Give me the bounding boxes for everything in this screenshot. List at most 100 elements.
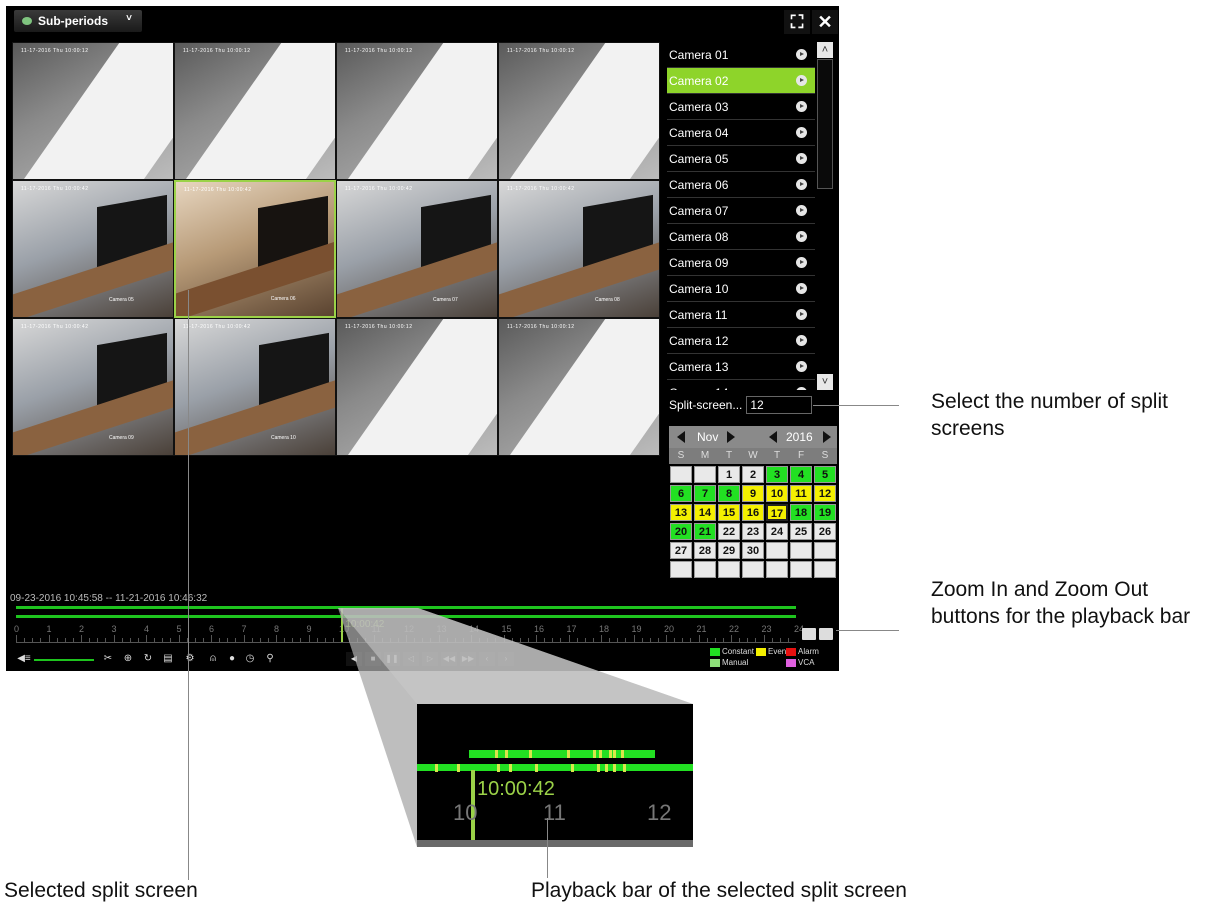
scroll-up-icon[interactable]: ˄ xyxy=(817,42,833,58)
camera-list-item[interactable]: Camera 07 xyxy=(667,198,815,224)
video-tile[interactable]: 11-17-2016 Thu 10:00:12 Camera 11 xyxy=(336,318,498,456)
calendar-day[interactable]: 20 xyxy=(670,523,692,540)
camera-list-item[interactable]: Camera 13 xyxy=(667,354,815,380)
snapshot-icon[interactable]: ● xyxy=(224,652,240,666)
calendar-day[interactable]: 12 xyxy=(814,485,836,502)
video-tile[interactable]: 11-17-2016 Thu 10:00:42 Camera 08 xyxy=(498,180,660,318)
camera-list-item[interactable]: Camera 09 xyxy=(667,250,815,276)
calendar-day[interactable]: 9 xyxy=(742,485,764,502)
calendar-day[interactable]: 11 xyxy=(790,485,812,502)
play-icon[interactable] xyxy=(796,231,807,242)
calendar-day[interactable]: 19 xyxy=(814,504,836,521)
zoom-out-button[interactable] xyxy=(819,628,833,640)
clip-icon[interactable]: ✂ xyxy=(100,652,116,666)
play-icon[interactable] xyxy=(796,75,807,86)
video-tile[interactable]: 11-17-2016 Thu 10:00:12 Camera 02 xyxy=(174,42,336,180)
camera-list-scrollbar[interactable]: ˄ ˅ xyxy=(817,42,833,390)
prev-month-icon[interactable] xyxy=(677,431,685,443)
calendar-day[interactable]: 28 xyxy=(694,542,716,559)
camera-list-item[interactable]: Camera 11 xyxy=(667,302,815,328)
play-icon[interactable] xyxy=(796,387,807,390)
next-month-icon[interactable] xyxy=(727,431,735,443)
zoom-in-button[interactable] xyxy=(802,628,816,640)
video-tile[interactable]: 11-17-2016 Thu 10:00:12 Camera 12 xyxy=(498,318,660,456)
calendar-day[interactable]: 2 xyxy=(742,466,764,483)
calendar-day[interactable]: 21 xyxy=(694,523,716,540)
step-back-icon[interactable]: ◁ xyxy=(403,652,419,666)
mode-selector[interactable]: Sub-periods ˅ xyxy=(14,10,142,32)
video-tile[interactable]: 11-17-2016 Thu 10:00:12 Camera 01 xyxy=(12,42,174,180)
digital-zoom-icon[interactable]: ⍝ xyxy=(205,652,221,666)
clock-icon[interactable]: ◷ xyxy=(242,652,258,666)
calendar-day[interactable]: 10 xyxy=(766,485,788,502)
reverse-play-icon[interactable]: ◀ xyxy=(346,652,362,666)
time-cursor[interactable] xyxy=(341,608,344,642)
tag-manage-icon[interactable]: ▤ xyxy=(160,652,176,666)
close-icon[interactable]: ✕ xyxy=(812,10,838,34)
play-icon[interactable] xyxy=(796,257,807,268)
play-icon[interactable] xyxy=(796,283,807,294)
next-icon[interactable]: › xyxy=(498,652,514,666)
calendar-day[interactable]: 24 xyxy=(766,523,788,540)
calendar-day[interactable]: 13 xyxy=(670,504,692,521)
prev-icon[interactable]: ‹ xyxy=(479,652,495,666)
calendar-day[interactable]: 1 xyxy=(718,466,740,483)
camera-list-item[interactable]: Camera 05 xyxy=(667,146,815,172)
stop-icon[interactable]: ■ xyxy=(365,652,381,666)
camera-list-item[interactable]: Camera 10 xyxy=(667,276,815,302)
calendar-day[interactable]: 26 xyxy=(814,523,836,540)
next-year-icon[interactable] xyxy=(823,431,831,443)
camera-list-item[interactable]: Camera 03 xyxy=(667,94,815,120)
slow-icon[interactable]: ◀◀ xyxy=(441,652,457,666)
play-icon[interactable] xyxy=(796,153,807,164)
calendar-day[interactable]: 4 xyxy=(790,466,812,483)
play-icon[interactable] xyxy=(796,127,807,138)
calendar-day[interactable]: 30 xyxy=(742,542,764,559)
calendar-day[interactable]: 17 xyxy=(766,504,788,521)
camera-list-item[interactable]: Camera 14 xyxy=(667,380,815,390)
camera-list-item[interactable]: Camera 04 xyxy=(667,120,815,146)
split-screen-select[interactable]: 12 xyxy=(746,396,813,414)
calendar-day[interactable]: 15 xyxy=(718,504,740,521)
play-icon[interactable] xyxy=(796,309,807,320)
scroll-thumb[interactable] xyxy=(817,59,833,189)
calendar-day[interactable]: 14 xyxy=(694,504,716,521)
fast-icon[interactable]: ▶▶ xyxy=(460,652,476,666)
video-tile[interactable]: 11-17-2016 Thu 10:00:42 Camera 09 xyxy=(12,318,174,456)
playback-bar[interactable]: 0 1 2 3 4 5 6 7 8 9 10 11 12 13 14 15 16 17 18 19 20 21 22 23 24… xyxy=(10,606,839,646)
calendar-day[interactable]: 29 xyxy=(718,542,740,559)
video-tile[interactable]: 11-17-2016 Thu 10:00:12 Camera 04 xyxy=(498,42,660,180)
calendar-day[interactable]: 18 xyxy=(790,504,812,521)
prev-year-icon[interactable] xyxy=(769,431,777,443)
scroll-down-icon[interactable]: ˅ xyxy=(817,374,833,390)
camera-list-item[interactable]: Camera 02 xyxy=(667,68,815,94)
play-icon[interactable] xyxy=(796,335,807,346)
play-icon[interactable] xyxy=(796,361,807,372)
fullscreen-icon[interactable]: ⛶ xyxy=(784,10,810,34)
calendar-day[interactable]: 27 xyxy=(670,542,692,559)
video-tile[interactable]: 11-17-2016 Thu 10:00:42 Camera 07 xyxy=(336,180,498,318)
camera-list-item[interactable]: Camera 06 xyxy=(667,172,815,198)
play-icon[interactable] xyxy=(796,101,807,112)
play-icon[interactable] xyxy=(796,179,807,190)
volume-slider[interactable] xyxy=(34,659,94,661)
calendar-day[interactable]: 16 xyxy=(742,504,764,521)
selected-video-tile[interactable]: 11-17-2016 Thu 10:00:42 Camera 06 xyxy=(174,180,336,318)
calendar-day[interactable]: 23 xyxy=(742,523,764,540)
video-tile[interactable]: 11-17-2016 Thu 10:00:42 Camera 05 xyxy=(12,180,174,318)
calendar-day[interactable]: 25 xyxy=(790,523,812,540)
add-tag-icon[interactable]: ⊕ xyxy=(120,652,136,666)
calendar-day[interactable]: 3 xyxy=(766,466,788,483)
play-icon[interactable] xyxy=(796,49,807,60)
camera-list-item[interactable]: Camera 12 xyxy=(667,328,815,354)
video-tile[interactable]: 11-17-2016 Thu 10:00:42 Camera 10 xyxy=(174,318,336,456)
settings-icon[interactable]: ⚙ xyxy=(182,652,198,666)
audio-icon[interactable]: ◀≡ xyxy=(16,652,32,666)
search-icon[interactable]: ⚲ xyxy=(262,652,278,666)
camera-list-item[interactable]: Camera 01 xyxy=(667,42,815,68)
step-forward-icon[interactable]: ▷ xyxy=(422,652,438,666)
pause-icon[interactable]: ❚❚ xyxy=(384,652,400,666)
calendar-day[interactable]: 5 xyxy=(814,466,836,483)
custom-tag-icon[interactable]: ↻ xyxy=(140,652,156,666)
calendar-day[interactable]: 8 xyxy=(718,485,740,502)
